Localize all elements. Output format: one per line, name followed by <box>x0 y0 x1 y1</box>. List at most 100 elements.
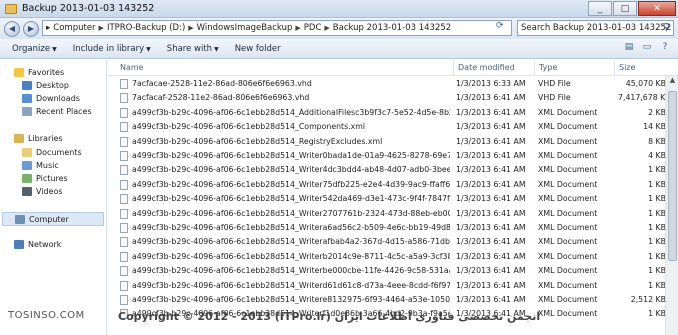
nav-favorites[interactable]: Favorites <box>14 68 64 77</box>
table-row[interactable]: a499cf3b-b29c-4096-af06-6c1ebb28d514_Wri… <box>108 192 678 206</box>
nav-network[interactable]: Network <box>14 240 61 249</box>
file-name: a499cf3b-b29c-4096-af06-6c1ebb28d514_Wri… <box>132 208 450 218</box>
breadcrumb-windowsimagebackup[interactable]: WindowsImageBackup <box>197 23 293 33</box>
breadcrumb-backup[interactable]: Backup 2013-01-03 143252 <box>333 23 451 33</box>
breadcrumb-computer[interactable]: Computer <box>53 23 95 33</box>
table-row[interactable]: 7acfacaf-2528-11e2-86ad-806e6f6e6963.vhd… <box>108 91 678 105</box>
column-header-name[interactable]: Name <box>120 63 144 72</box>
file-date: 1/3/2013 6:41 AM <box>456 266 526 276</box>
back-button[interactable]: ◀ <box>4 20 20 37</box>
column-divider[interactable] <box>614 61 615 75</box>
column-header-date[interactable]: Date modified <box>458 63 515 72</box>
preview-pane-icon[interactable]: ▭ <box>640 42 654 55</box>
file-name: a499cf3b-b29c-4096-af06-6c1ebb28d514_Wri… <box>132 223 450 232</box>
nav-videos[interactable]: Videos <box>22 187 63 196</box>
new-folder-button[interactable]: New folder <box>235 44 281 54</box>
downloads-icon <box>22 94 32 103</box>
column-header-size[interactable]: Size <box>619 63 635 72</box>
xml-file-icon <box>120 223 128 233</box>
search-input[interactable]: Search Backup 2013-01-03 143252 ⚲ <box>517 20 674 36</box>
view-controls: ▤ ▭ ? <box>618 42 672 55</box>
nav-desktop[interactable]: Desktop <box>22 81 69 90</box>
column-divider[interactable] <box>453 61 454 75</box>
column-header-type[interactable]: Type <box>539 63 557 72</box>
file-list: Name Date modified Type Size 7acfacae-25… <box>108 60 678 335</box>
share-with-button[interactable]: Share with ▼ <box>167 44 219 54</box>
xml-file-icon <box>120 165 128 176</box>
window-title: Backup 2013-01-03 143252 <box>22 3 155 14</box>
vhd-file-icon <box>120 79 128 89</box>
recent-places-icon <box>22 107 32 116</box>
file-name: a499cf3b-b29c-4096-af06-6c1ebb28d514_Wri… <box>132 295 450 304</box>
table-row[interactable]: a499cf3b-b29c-4096-af06-6c1ebb28d514_Wri… <box>108 149 678 163</box>
file-type: XML Document <box>538 237 598 247</box>
table-row[interactable]: a499cf3b-b29c-4096-af06-6c1ebb28d514_Wri… <box>108 163 678 177</box>
maximize-button[interactable]: □ <box>613 1 637 16</box>
table-row[interactable]: a499cf3b-b29c-4096-af06-6c1ebb28d514_Wri… <box>108 250 678 264</box>
close-button[interactable]: ✕ <box>638 1 676 16</box>
search-icon[interactable]: ⚲ <box>663 22 670 33</box>
table-row[interactable]: a499cf3b-b29c-4096-af06-6c1ebb28d514_Reg… <box>108 135 678 149</box>
chevron-right-icon[interactable]: ▶ <box>188 24 193 32</box>
nav-downloads[interactable]: Downloads <box>22 94 80 103</box>
file-type: XML Document <box>538 194 598 204</box>
xml-file-icon <box>120 151 128 161</box>
include-in-library-button[interactable]: Include in library ▼ <box>73 44 151 54</box>
help-icon[interactable]: ? <box>658 42 672 55</box>
command-bar: Organize ▼ Include in library ▼ Share with… <box>0 39 678 59</box>
table-row[interactable]: a499cf3b-b29c-4096-af06-6c1ebb28d514_Wri… <box>108 293 678 307</box>
computer-icon <box>15 214 25 224</box>
star-icon <box>14 68 24 77</box>
nav-computer[interactable]: Computer <box>2 212 104 226</box>
file-type: VHD File <box>538 93 571 103</box>
file-type: XML Document <box>538 107 598 117</box>
table-row[interactable]: a499cf3b-b29c-4096-af06-6c1ebb28d514_Wri… <box>108 207 678 221</box>
table-row[interactable]: a499cf3b-b29c-4096-af06-6c1ebb28d514_Wri… <box>108 264 678 278</box>
nav-music[interactable]: Music <box>22 161 59 170</box>
xml-file-icon <box>120 194 128 205</box>
scroll-thumb[interactable] <box>668 91 677 261</box>
share-label: Share with <box>166 43 213 54</box>
breadcrumb-pdc[interactable]: PDC <box>304 23 322 33</box>
file-date: 1/3/2013 6:41 AM <box>456 122 526 132</box>
nav-recent-places[interactable]: Recent Places <box>22 107 92 116</box>
file-size: 8 KB <box>648 136 666 146</box>
nav-label: Computer <box>29 214 69 224</box>
organize-label: Organize <box>12 43 51 54</box>
file-date: 1/3/2013 6:41 AM <box>456 165 526 175</box>
nav-pictures[interactable]: Pictures <box>22 174 68 183</box>
nav-label: Libraries <box>28 134 63 143</box>
navigation-pane: Favorites Desktop Downloads Recent Place… <box>0 60 107 335</box>
nav-libraries[interactable]: Libraries <box>14 134 63 143</box>
column-divider[interactable] <box>534 61 535 75</box>
network-icon <box>14 240 24 249</box>
chevron-down-icon: ▼ <box>214 45 219 53</box>
chevron-right-icon[interactable]: ▶ <box>324 24 329 32</box>
table-row[interactable]: a499cf3b-b29c-4096-af06-6c1ebb28d514_Add… <box>108 106 678 120</box>
table-row[interactable]: a499cf3b-b29c-4096-af06-6c1ebb28d514_Wri… <box>108 178 678 192</box>
chevron-down-icon: ▼ <box>52 45 57 53</box>
table-row[interactable]: a499cf3b-b29c-4096-af06-6c1ebb28d514_Wri… <box>108 279 678 293</box>
organize-button[interactable]: Organize ▼ <box>12 44 57 54</box>
breadcrumb-drive[interactable]: ITPRO-Backup (D:) <box>107 23 185 33</box>
table-row[interactable]: 7acfacae-2528-11e2-86ad-806e6f6e6963.vhd… <box>108 77 678 91</box>
nav-label: Network <box>28 240 62 249</box>
table-row[interactable]: a499cf3b-b29c-4096-af06-6c1ebb28d514_Wri… <box>108 221 678 235</box>
chevron-right-icon[interactable]: ▶ <box>99 24 104 32</box>
minimize-button[interactable]: _ <box>588 1 612 16</box>
file-size: 1 KB <box>648 251 666 261</box>
file-size: 14 KB <box>643 122 666 132</box>
address-bar[interactable]: ▸ Computer ▶ ITPRO-Backup (D:) ▶ WindowsIm… <box>42 20 512 36</box>
refresh-icon[interactable]: ⟳ <box>496 21 504 31</box>
table-row[interactable]: a499cf3b-b29c-4096-af06-6c1ebb28d514_Wri… <box>108 235 678 249</box>
nav-documents[interactable]: Documents <box>22 148 82 157</box>
file-size: 1 KB <box>648 309 666 319</box>
view-options-icon[interactable]: ▤ <box>622 42 636 55</box>
vertical-scrollbar[interactable]: ▲ <box>665 76 678 335</box>
table-row[interactable]: a499cf3b-b29c-4096-af06-6c1ebb28d514_Com… <box>108 120 678 134</box>
forward-button[interactable]: ▶ <box>23 20 39 37</box>
file-name: 7acfacaf-2528-11e2-86ad-806e6f6e6963.vhd <box>132 93 310 103</box>
chevron-right-icon[interactable]: ▶ <box>295 24 300 32</box>
file-type: XML Document <box>538 136 598 146</box>
scroll-up-icon[interactable]: ▲ <box>666 76 678 89</box>
